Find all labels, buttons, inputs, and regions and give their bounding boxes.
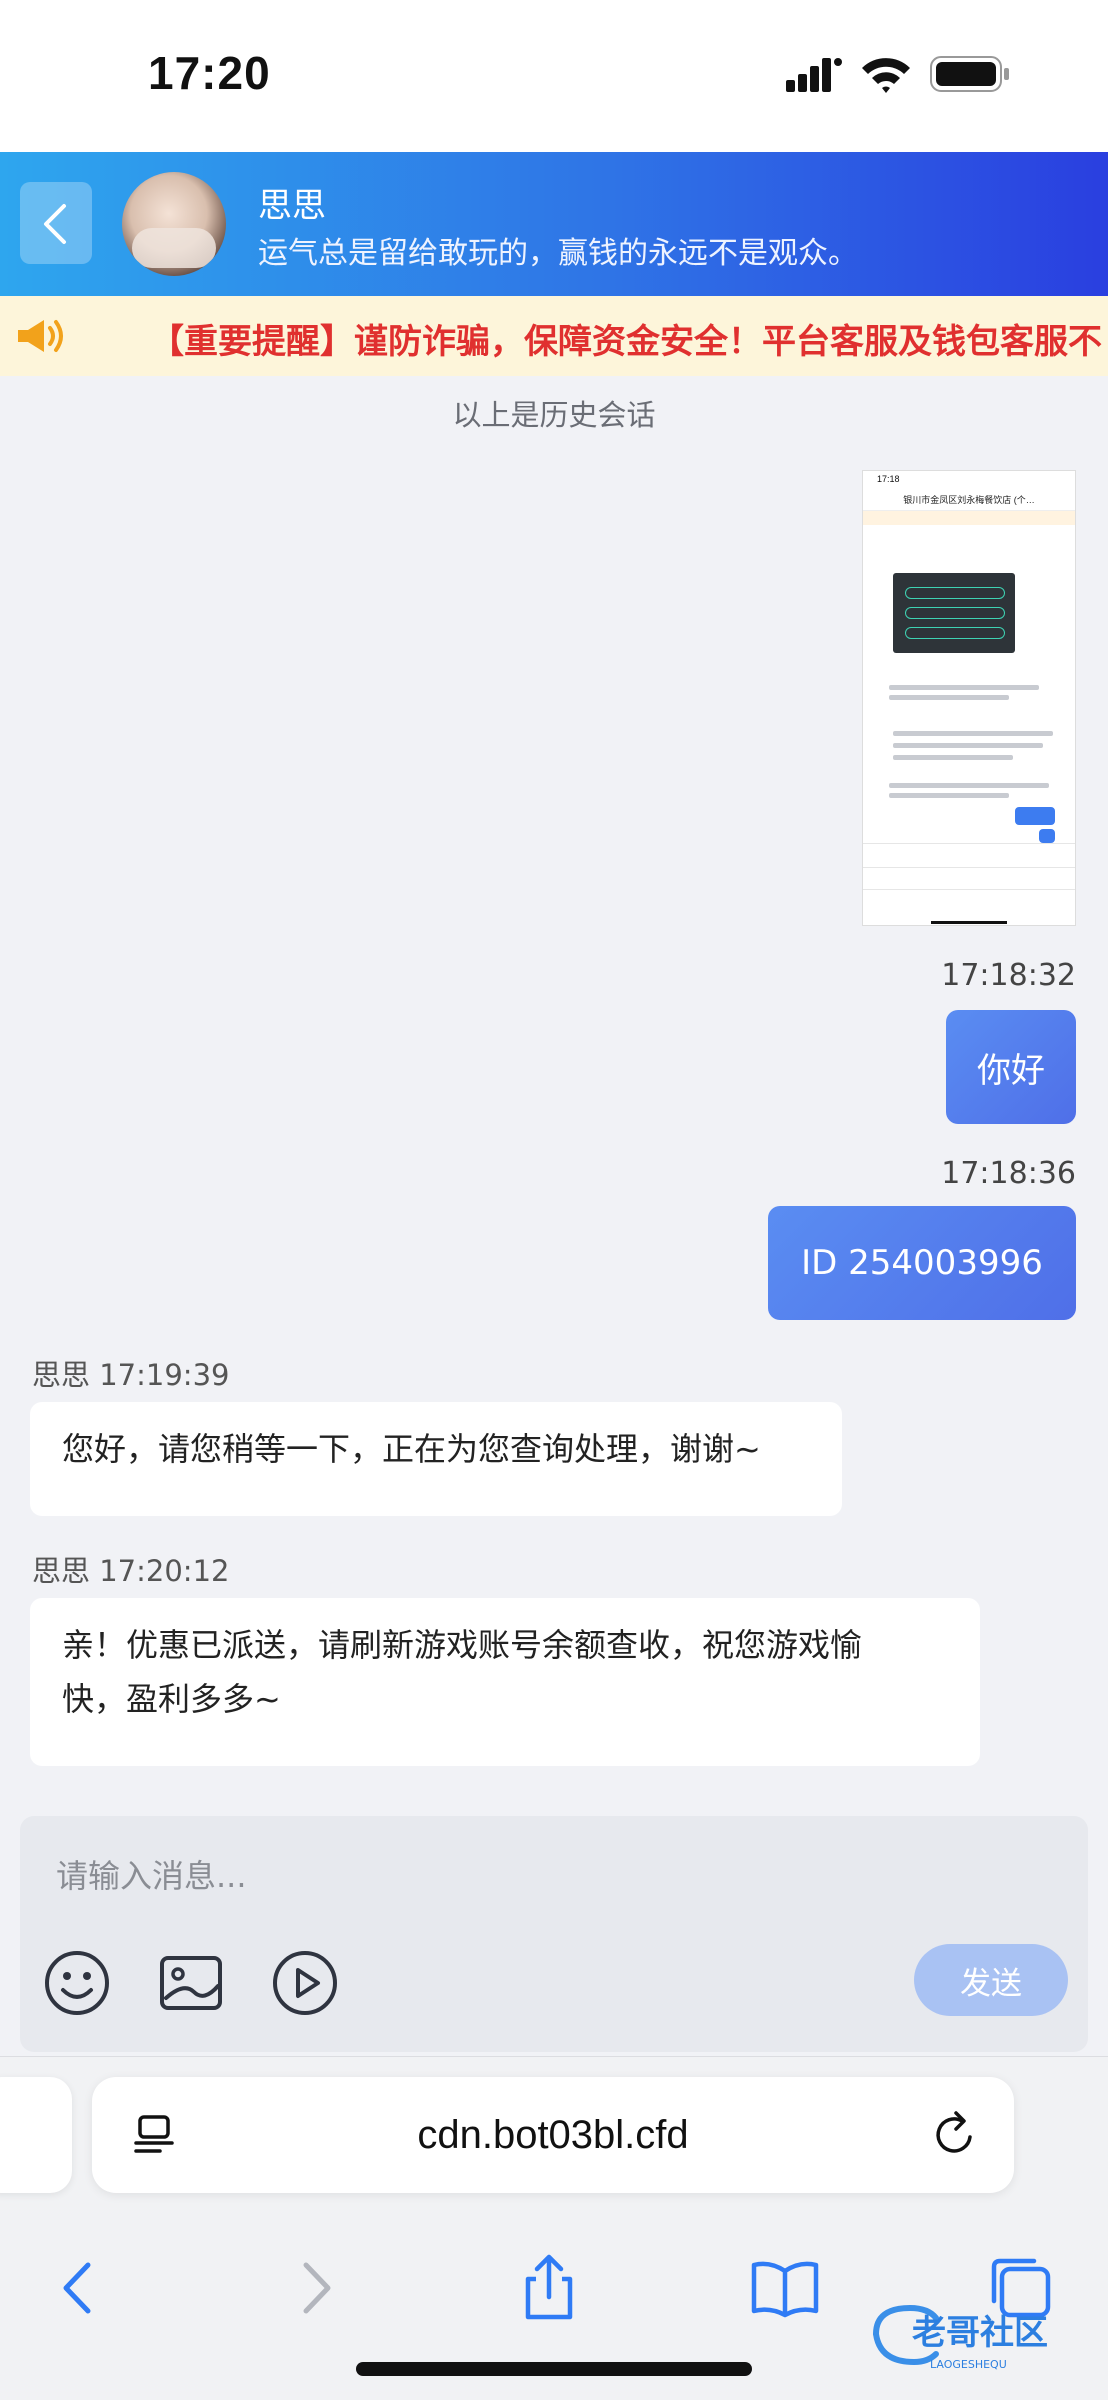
message-sender-line: 思思 17:19:39 (32, 1352, 229, 1394)
contact-motto: 运气总是留给敢玩的，赢钱的永远不是观众。 (258, 236, 858, 271)
watermark-logo: 老哥社区 LAOGESHEQU (873, 2304, 1048, 2371)
send-button[interactable]: 发送 (914, 1944, 1068, 2016)
thumbnail-quick-bar (863, 843, 1075, 867)
status-bar: 17:20 (0, 0, 1108, 152)
sender-name: 思思 (32, 1554, 91, 1588)
thumbnail-text-line (893, 755, 1013, 760)
message-timestamp: 17:20:12 (99, 1554, 230, 1588)
message-timestamp: 17:18:32 (941, 958, 1076, 993)
cellular-signal-icon (786, 58, 842, 92)
thumbnail-text-line (889, 793, 1009, 798)
thumbnail-text-line (889, 695, 1009, 700)
megaphone-icon (18, 320, 63, 352)
url-text: cdn.bot03bl.cfd (417, 2113, 689, 2157)
thumbnail-pill (905, 607, 1005, 619)
wifi-icon (862, 58, 910, 93)
thumbnail-sent-bubble (1039, 829, 1055, 843)
message-input[interactable] (56, 1846, 956, 1906)
image-message[interactable]: 17:18 银川市金凤区刘永梅餐饮店 (个… (862, 470, 1076, 926)
thumbnail-card (885, 721, 1065, 775)
thumbnail-status-bar: 17:18 (877, 474, 900, 484)
thumbnail-title: 银川市金凤区刘永梅餐饮店 (个… (863, 489, 1075, 511)
thumbnail-pill (905, 627, 1005, 639)
status-time: 17:20 (148, 47, 271, 99)
watermark-subtext: LAOGESHEQU (930, 2358, 1007, 2371)
video-play-icon[interactable] (270, 1948, 340, 2018)
message-bubble-incoming[interactable]: 您好，请您稍等一下，正在为您查询处理，谢谢~ (30, 1402, 842, 1516)
address-bar[interactable]: cdn.bot03bl.cfd (92, 2077, 1014, 2193)
contact-avatar[interactable] (122, 172, 226, 276)
thumbnail-text-line (889, 783, 1049, 788)
composer-card: 发送 (20, 1816, 1088, 2052)
back-nav-icon[interactable] (44, 2253, 114, 2323)
message-sender-line: 思思 17:20:12 (32, 1548, 229, 1590)
thumbnail-pill (905, 587, 1005, 599)
share-icon[interactable] (514, 2253, 584, 2323)
thumbnail-text-line (893, 731, 1053, 736)
back-button[interactable] (20, 182, 92, 264)
reload-icon[interactable] (932, 2111, 978, 2159)
chat-header: 思思 运气总是留给敢玩的，赢钱的永远不是观众。 (0, 152, 1108, 296)
thumbnail-dark-panel (893, 573, 1015, 653)
thumbnail-text-line (889, 685, 1039, 690)
composer-panel: 发送 (0, 1796, 1108, 2056)
sender-name: 思思 (32, 1358, 91, 1392)
message-text-line: 快，盈利多多~ (62, 1680, 281, 1718)
notice-banner: 【重要提醒】谨防诈骗，保障资金安全！平台客服及钱包客服不 (0, 296, 1108, 376)
message-bubble-outgoing[interactable]: 你好 (946, 1010, 1076, 1124)
thumbnail-sent-bubble (1015, 807, 1055, 825)
forward-nav-icon[interactable] (280, 2253, 350, 2323)
emoji-icon[interactable] (42, 1948, 112, 2018)
message-bubble-incoming[interactable]: 亲！优惠已派送，请刷新游戏账号余额查收，祝您游戏愉 快，盈利多多~ (30, 1598, 980, 1766)
thumbnail-input-bar (863, 867, 1075, 889)
notice-text: 【重要提醒】谨防诈骗，保障资金安全！平台客服及钱包客服不 (150, 322, 1102, 362)
thumbnail-home-indicator (931, 921, 1007, 924)
history-divider: 以上是历史会话 (452, 398, 656, 432)
message-text-line: 亲！优惠已派送，请刷新游戏账号余额查收，祝您游戏愉 (62, 1626, 863, 1664)
thumbnail-banner (863, 511, 1075, 525)
chevron-left-icon (44, 204, 66, 244)
contact-name: 思思 (258, 186, 326, 226)
watermark-text: 老哥社区 (912, 2313, 1048, 2353)
image-icon[interactable] (156, 1948, 226, 2018)
battery-icon (930, 56, 1009, 92)
message-bubble-outgoing[interactable]: ID 254003996 (768, 1206, 1076, 1320)
message-timestamp: 17:19:39 (99, 1358, 230, 1392)
thumbnail-text-line (893, 743, 1043, 748)
home-indicator[interactable] (356, 2362, 752, 2376)
previous-tab-peek[interactable] (0, 2077, 72, 2193)
bookmarks-icon[interactable] (750, 2253, 820, 2323)
message-timestamp: 17:18:36 (941, 1156, 1076, 1191)
